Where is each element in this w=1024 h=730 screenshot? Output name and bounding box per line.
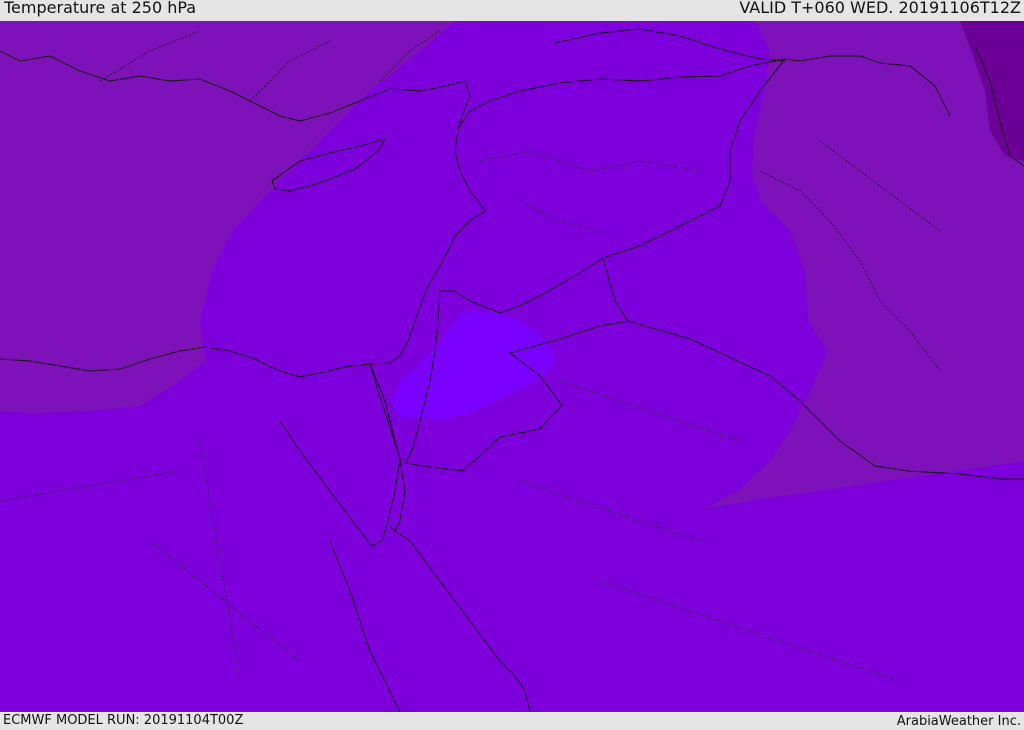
valid-time: VALID T+060 WED. 20191106T12Z bbox=[739, 0, 1021, 17]
map-footer: ECMWF MODEL RUN: 20191104T00Z ArabiaWeat… bbox=[0, 712, 1024, 729]
map-header: Temperature at 250 hPa VALID T+060 WED. … bbox=[0, 0, 1024, 21]
map-canvas bbox=[0, 21, 1024, 712]
model-run: ECMWF MODEL RUN: 20191104T00Z bbox=[3, 713, 244, 728]
temperature-map bbox=[0, 21, 1024, 712]
map-title: Temperature at 250 hPa bbox=[4, 0, 197, 17]
credit: ArabiaWeather Inc. bbox=[896, 714, 1021, 729]
